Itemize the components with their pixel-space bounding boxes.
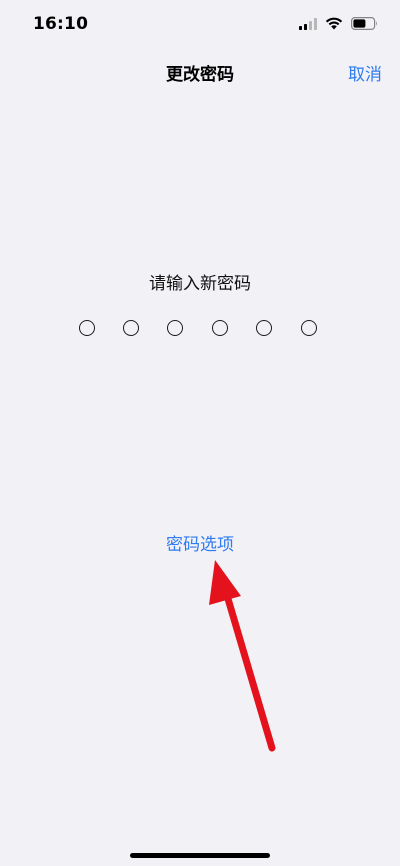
passcode-prompt: 请输入新密码 (149, 274, 251, 294)
passcode-dot-4 (212, 320, 228, 336)
cancel-button[interactable]: 取消 (348, 60, 382, 85)
passcode-dot-5 (256, 320, 272, 336)
status-bar: 16:10 (0, 0, 400, 48)
passcode-dot-6 (301, 320, 317, 336)
passcode-dot-3 (167, 320, 183, 336)
passcode-dot-2 (123, 320, 139, 336)
passcode-dot-1 (79, 320, 95, 336)
cellular-signal-icon (299, 15, 317, 34)
home-indicator (130, 853, 270, 858)
battery-icon (351, 15, 378, 34)
red-arrow-icon (209, 560, 276, 752)
passcode-dots (79, 320, 323, 340)
wifi-icon (325, 15, 343, 34)
status-time: 16:10 (33, 14, 89, 34)
page-title: 更改密码 (166, 65, 234, 85)
status-icons (299, 15, 378, 34)
passcode-options-button[interactable]: 密码选项 (0, 530, 400, 555)
nav-bar: 更改密码 取消 (0, 50, 400, 94)
